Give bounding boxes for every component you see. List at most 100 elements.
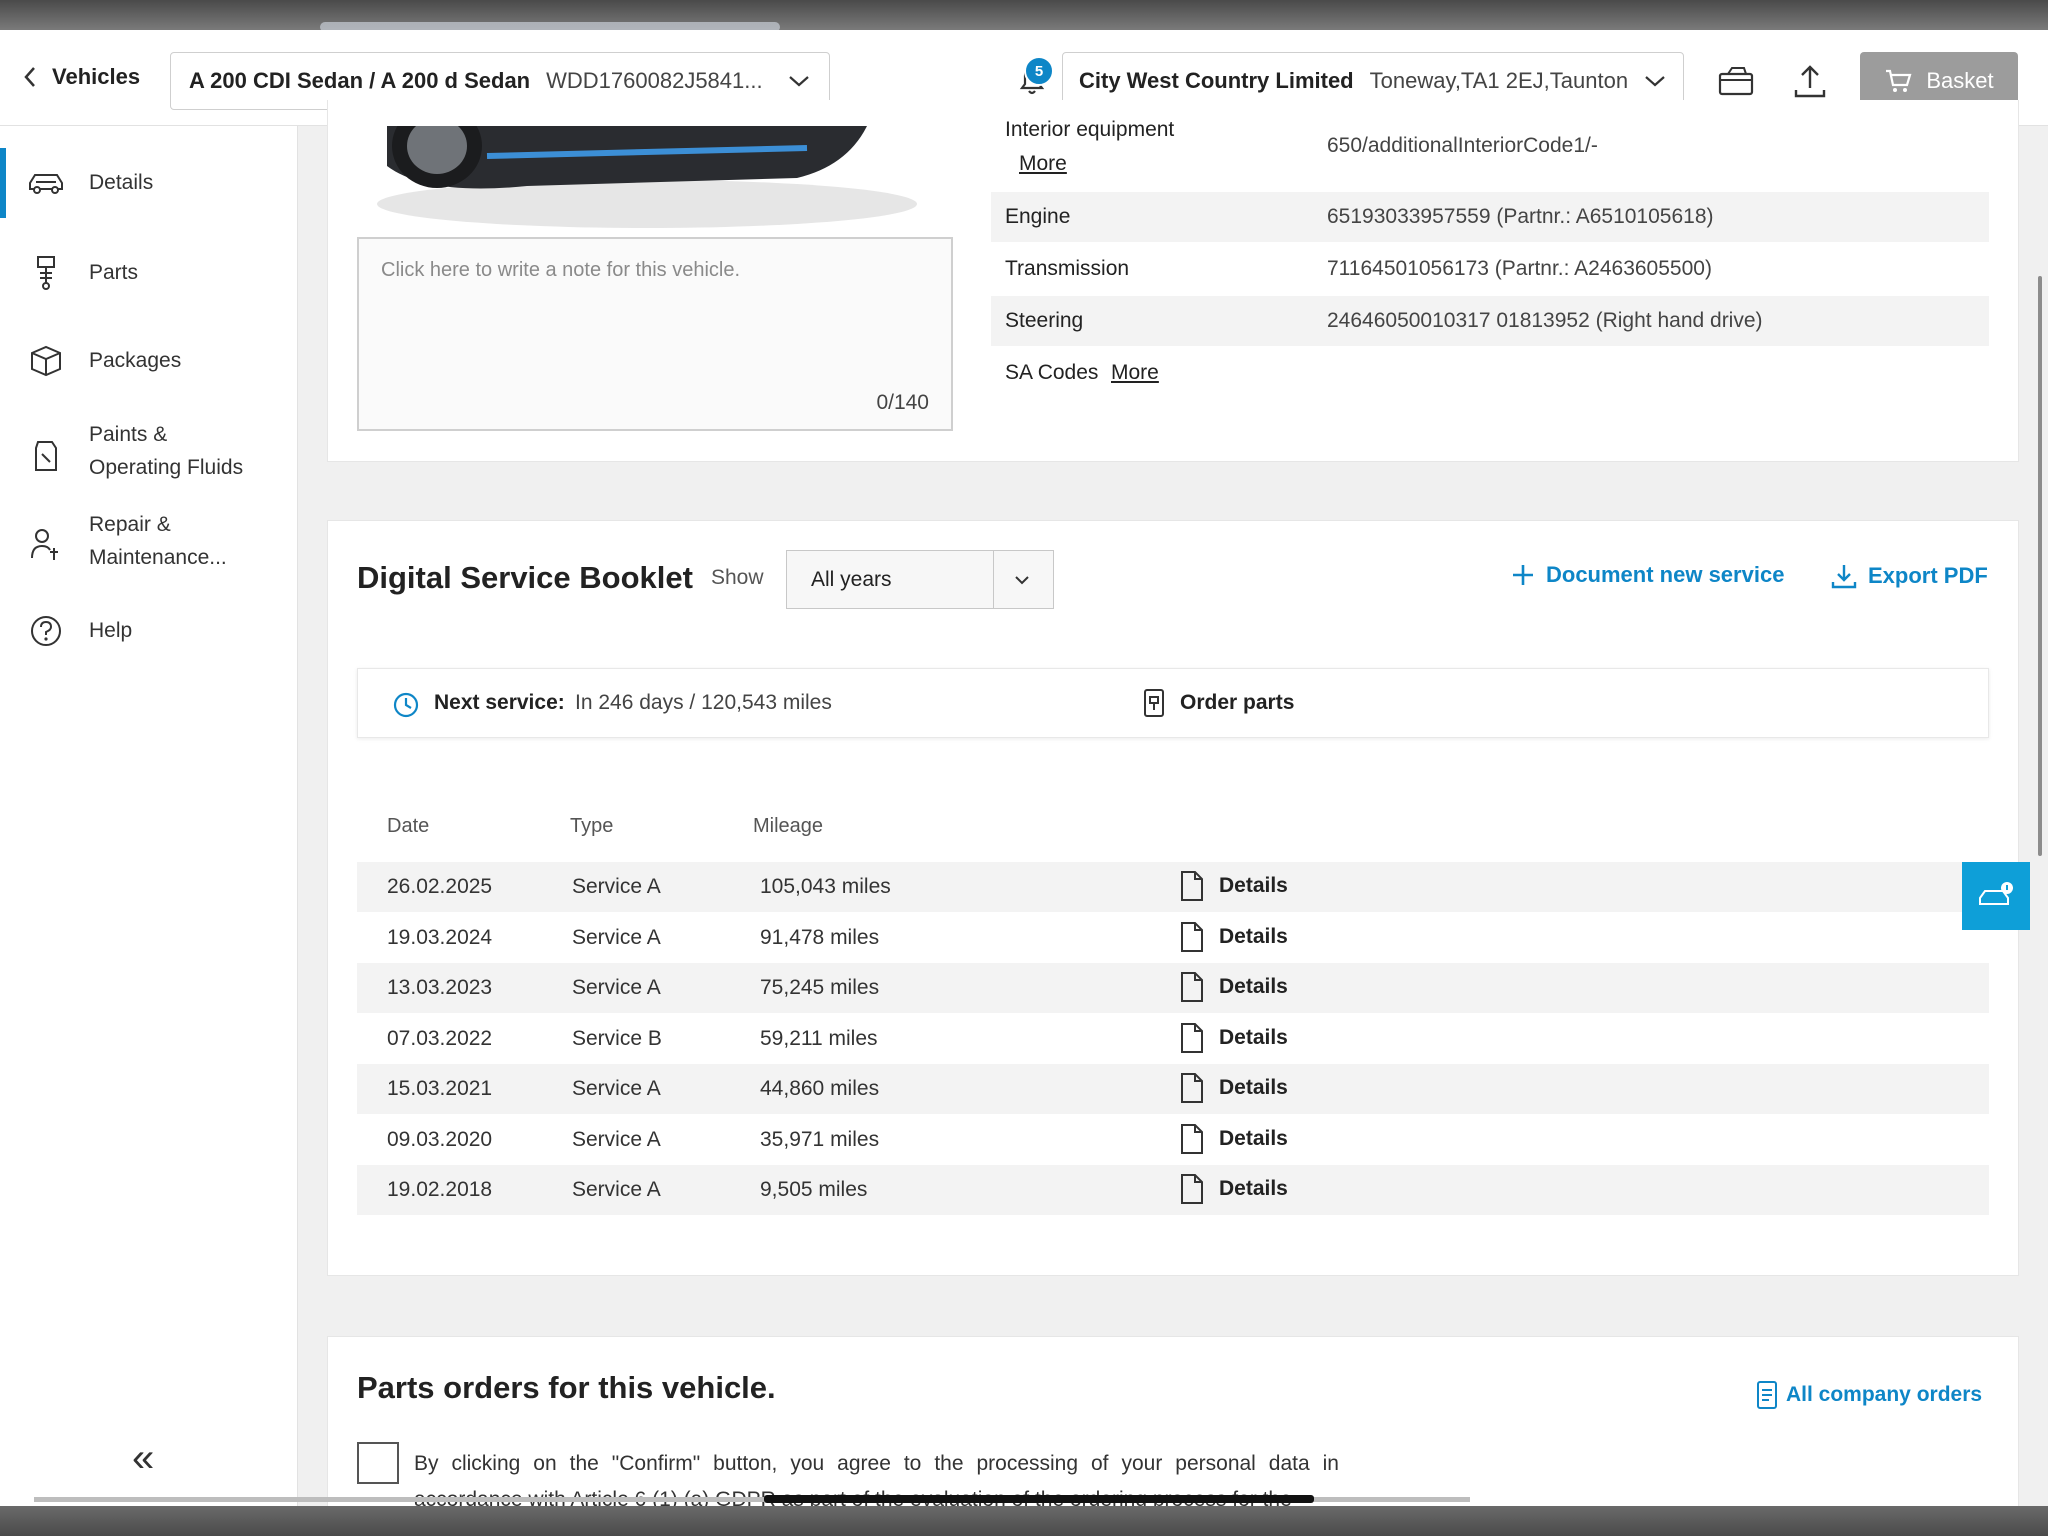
car-info-icon	[1979, 882, 2013, 905]
parts-orders-title: Parts orders for this vehicle.	[357, 1370, 776, 1405]
horizontal-scrollbar[interactable]	[34, 1495, 1470, 1503]
sidebar-item-label: Help	[89, 619, 133, 642]
download-icon	[1831, 565, 1857, 589]
table-row: 15.03.2021 Service A 44,860 miles Details	[357, 1064, 1989, 1114]
all-company-orders-label: All company orders	[1786, 1383, 1983, 1406]
dealer-name: City West Country Limited	[1079, 68, 1354, 93]
sidebar-item-label: Parts	[89, 261, 139, 284]
cart-icon	[1886, 69, 1912, 92]
column-header-type[interactable]: Type	[570, 815, 613, 838]
cell-mileage: 75,245 miles	[760, 976, 880, 999]
cell-type: Service A	[572, 1127, 661, 1151]
spec-row-sa-codes: SA Codes More	[991, 348, 1989, 398]
cell-date: 19.03.2024	[387, 925, 493, 949]
details-label: Details	[1219, 1025, 1288, 1049]
spec-key: Steering	[1005, 309, 1084, 332]
vehicle-model: A 200 CDI Sedan / A 200 d Sedan	[189, 68, 531, 93]
car-picture	[377, 126, 917, 228]
interior-more-link[interactable]: More	[1019, 152, 1067, 176]
scrollbar-thumb[interactable]	[764, 1495, 1314, 1503]
cell-mileage: 9,505 miles	[760, 1178, 868, 1201]
sidebar-item-label: Repair &	[89, 513, 171, 536]
bottom-bezel	[0, 1506, 2048, 1536]
mechanic-icon	[31, 529, 58, 560]
sidebar-item-paints-fluids[interactable]: Paints & Operating Fluids	[0, 414, 298, 494]
document-new-service-button[interactable]: Document new service	[1510, 562, 1784, 588]
details-button[interactable]: Details	[1179, 1173, 1288, 1205]
cell-type: Service A	[572, 875, 661, 898]
details-button[interactable]: Details	[1179, 870, 1288, 902]
sidebar-item-details[interactable]: Details	[0, 148, 298, 218]
column-header-date[interactable]: Date	[387, 815, 429, 838]
order-parts-button[interactable]: Order parts	[1142, 687, 1294, 719]
vehicle-image	[327, 126, 967, 246]
spec-key: SA Codes	[1005, 361, 1099, 384]
cell-type: Service A	[572, 1178, 661, 1201]
details-label: Details	[1219, 1177, 1288, 1200]
parts-icon	[37, 256, 55, 290]
sidebar-item-repair-maintenance[interactable]: Repair & Maintenance...	[0, 504, 298, 584]
years-value: All years	[811, 568, 892, 591]
note-counter: 0/140	[876, 391, 929, 414]
table-row: 09.03.2020 Service A 35,971 miles Details	[357, 1115, 1989, 1165]
back-to-vehicles-link[interactable]: Vehicles	[22, 64, 140, 90]
document-list-icon	[1757, 1381, 1777, 1409]
spec-value: 71164501056173 (Partnr.: A2463605500)	[1327, 257, 1712, 280]
cell-type: Service A	[572, 1077, 661, 1100]
years-select[interactable]: All years	[786, 550, 1054, 609]
cell-type: Service A	[572, 976, 661, 999]
top-bezel	[0, 0, 2048, 32]
details-button[interactable]: Details	[1179, 1022, 1288, 1054]
consent-checkbox[interactable]	[357, 1442, 399, 1484]
sidebar: Details Parts Packages Paints & Operatin…	[0, 126, 298, 1506]
spec-value: 650/additionalInteriorCode1/-	[1327, 134, 1598, 157]
details-label: Details	[1219, 1076, 1288, 1099]
spec-row-interior: Interior equipment More 650/additionalIn…	[991, 114, 1989, 180]
all-company-orders-link[interactable]: All company orders	[1756, 1380, 1982, 1410]
table-row: 26.02.2025 Service A 105,043 miles Details	[357, 862, 1989, 912]
sidebar-item-packages[interactable]: Packages	[0, 326, 298, 396]
spec-row-engine: Engine 65193033957559 (Partnr.: A6510105…	[991, 192, 1989, 242]
spec-value: 24646050010317 01813952 (Right hand driv…	[1327, 309, 1763, 332]
chevron-down-icon	[1015, 576, 1029, 585]
details-button[interactable]: Details	[1179, 1072, 1288, 1104]
vehicle-note-input[interactable]: Click here to write a note for this vehi…	[357, 237, 953, 431]
vehicle-card-icon[interactable]	[1714, 60, 1758, 104]
vehicle-info-float-button[interactable]	[1962, 862, 2030, 930]
sidebar-item-parts[interactable]: Parts	[0, 238, 298, 308]
car-icon	[29, 174, 63, 194]
cell-date: 19.02.2018	[387, 1178, 493, 1201]
column-header-mileage[interactable]: Mileage	[753, 815, 823, 838]
spec-value: 65193033957559 (Partnr.: A6510105618)	[1327, 205, 1714, 228]
clock-icon	[393, 692, 419, 718]
help-icon	[31, 616, 61, 646]
sidebar-item-label: Operating Fluids	[89, 456, 244, 479]
basket-label: Basket	[1926, 68, 1994, 93]
details-button[interactable]: Details	[1179, 921, 1288, 953]
table-row: 19.02.2018 Service A 9,505 miles Details	[357, 1165, 1989, 1215]
cell-mileage: 59,211 miles	[760, 1026, 878, 1050]
sa-codes-more-link[interactable]: More	[1111, 361, 1159, 385]
details-label: Details	[1219, 1126, 1288, 1150]
cell-type: Service B	[572, 1026, 662, 1050]
box-icon	[31, 345, 61, 377]
sidebar-item-label: Maintenance...	[89, 546, 227, 569]
details-button[interactable]: Details	[1179, 971, 1288, 1003]
details-button[interactable]: Details	[1179, 1123, 1288, 1155]
note-placeholder: Click here to write a note for this vehi…	[381, 259, 741, 281]
spec-key: Interior equipment	[1005, 118, 1175, 141]
sidebar-item-help[interactable]: Help	[0, 596, 298, 666]
next-service-box: Next service: In 246 days / 120,543 mile…	[357, 668, 1989, 738]
document-icon	[1181, 1174, 1203, 1204]
vertical-scrollbar[interactable]	[2038, 276, 2042, 856]
vehicle-vin: WDD1760082J5841...	[546, 68, 763, 93]
details-label: Details	[1219, 874, 1288, 897]
cell-mileage: 35,971 miles	[760, 1127, 880, 1151]
cell-date: 09.03.2020	[387, 1127, 493, 1151]
cell-date: 07.03.2022	[387, 1026, 493, 1050]
show-label: Show	[711, 566, 764, 589]
sidebar-item-label: Details	[89, 171, 154, 194]
collapse-sidebar-button[interactable]: «	[132, 1436, 154, 1481]
export-pdf-button[interactable]: Export PDF	[1830, 562, 1988, 590]
upload-icon[interactable]	[1788, 60, 1832, 104]
